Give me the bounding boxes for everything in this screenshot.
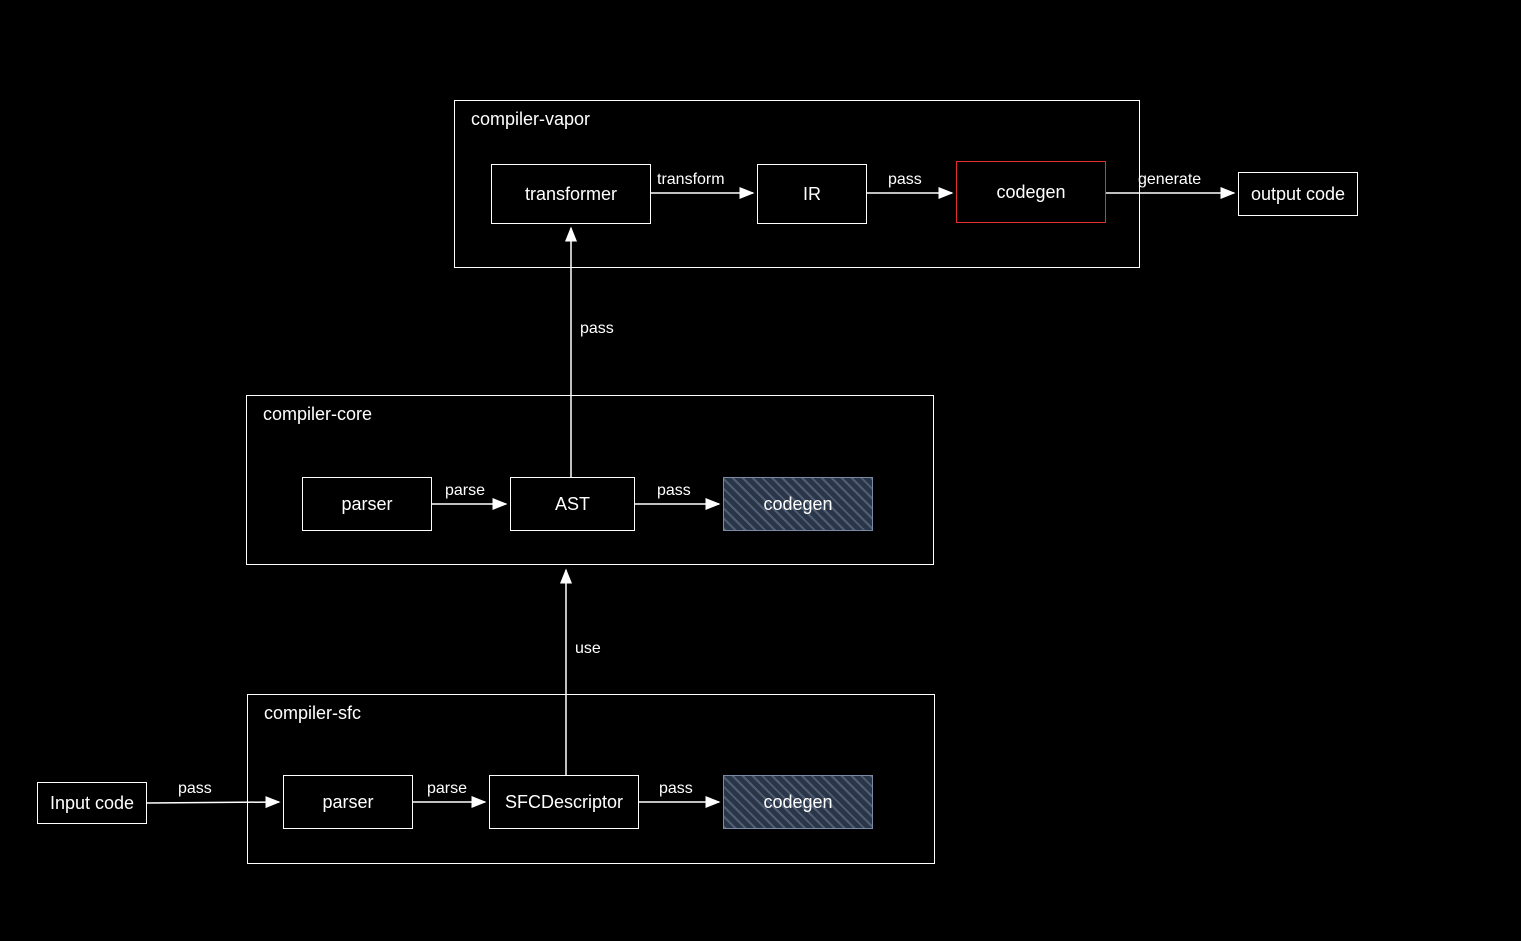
node-sfc-parser: parser (283, 775, 413, 829)
label-sfc-descriptor: SFCDescriptor (505, 792, 623, 813)
label-vapor-codegen: codegen (996, 182, 1065, 203)
label-input-code: Input code (50, 793, 134, 814)
node-sfc-descriptor: SFCDescriptor (489, 775, 639, 829)
label-sfc-codegen: codegen (763, 792, 832, 813)
edge-label-pass-ast-vapor: pass (580, 320, 614, 338)
diagram-canvas: compiler-vapor compiler-core compiler-sf… (0, 0, 1521, 941)
group-title-core: compiler-core (263, 404, 372, 425)
edge-label-parse-sfc: parse (427, 780, 467, 798)
edge-label-generate: generate (1138, 171, 1201, 189)
label-ir: IR (803, 184, 821, 205)
label-core-parser: parser (341, 494, 392, 515)
edge-label-use-sfc-core: use (575, 640, 601, 658)
group-title-sfc: compiler-sfc (264, 703, 361, 724)
edge-label-pass-ir-codegen: pass (888, 171, 922, 189)
node-output-code: output code (1238, 172, 1358, 216)
edge-label-pass-desc-codegen: pass (659, 780, 693, 798)
node-ir: IR (757, 164, 867, 224)
label-output-code: output code (1251, 184, 1345, 205)
label-core-ast: AST (555, 494, 590, 515)
label-transformer: transformer (525, 184, 617, 205)
label-core-codegen: codegen (763, 494, 832, 515)
group-title-vapor: compiler-vapor (471, 109, 590, 130)
node-transformer: transformer (491, 164, 651, 224)
edge-label-parse-core: parse (445, 482, 485, 500)
edge-label-transform: transform (657, 171, 725, 189)
node-input-code: Input code (37, 782, 147, 824)
node-core-parser: parser (302, 477, 432, 531)
edge-label-pass-input-sfc: pass (178, 780, 212, 798)
label-sfc-parser: parser (322, 792, 373, 813)
node-core-ast: AST (510, 477, 635, 531)
node-core-codegen: codegen (723, 477, 873, 531)
edge-label-pass-ast-codegen: pass (657, 482, 691, 500)
node-vapor-codegen: codegen (956, 161, 1106, 223)
node-sfc-codegen: codegen (723, 775, 873, 829)
